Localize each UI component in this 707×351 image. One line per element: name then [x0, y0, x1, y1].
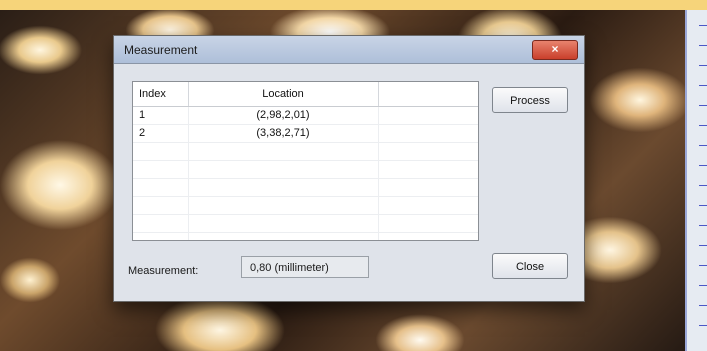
row-index: 2 — [139, 127, 146, 139]
table-row-empty — [133, 197, 478, 215]
table-row[interactable]: 1 (2,98,2,01) — [133, 107, 478, 125]
dialog-title: Measurement — [124, 43, 198, 57]
ruler-tick — [699, 325, 707, 326]
top-strip — [0, 0, 707, 10]
ruler-tick — [699, 205, 707, 206]
ruler-tick — [699, 225, 707, 226]
row-location: (3,38,2,71) — [256, 127, 310, 139]
ruler-tick — [699, 285, 707, 286]
ruler-tick — [699, 25, 707, 26]
row-index: 1 — [139, 109, 146, 121]
table-row-empty — [133, 179, 478, 197]
close-icon: × — [551, 42, 559, 56]
table-row-empty — [133, 161, 478, 179]
row-location: (2,98,2,01) — [256, 109, 310, 121]
table-row[interactable]: 2 (3,38,2,71) — [133, 125, 478, 143]
measurement-label: Measurement: — [128, 265, 199, 277]
measurement-value-field: 0,80 (millimeter) — [241, 256, 369, 278]
process-button[interactable]: Process — [492, 87, 568, 113]
ruler-tick — [699, 125, 707, 126]
column-header-empty — [378, 82, 478, 106]
ruler-tick — [699, 145, 707, 146]
location-table[interactable]: Index Location 1 (2,98,2,01) 2 (3,38,2,7… — [132, 81, 479, 241]
ruler-tick — [699, 185, 707, 186]
ruler-tick — [699, 265, 707, 266]
ruler-tick — [699, 305, 707, 306]
column-header-location: Location — [262, 88, 304, 100]
scale-ruler — [685, 10, 707, 351]
ruler-tick — [699, 105, 707, 106]
column-separator — [188, 82, 189, 106]
dialog-titlebar[interactable]: Measurement × — [114, 36, 584, 64]
measurement-dialog: Measurement × Index Location 1 (2,98,2,0… — [113, 35, 585, 302]
table-row-empty — [133, 143, 478, 161]
column-separator — [378, 82, 379, 106]
ruler-tick — [699, 45, 707, 46]
ruler-tick — [699, 85, 707, 86]
column-header-index: Index — [139, 88, 166, 100]
ruler-tick — [699, 65, 707, 66]
close-button[interactable]: Close — [492, 253, 568, 279]
table-row-empty — [133, 215, 478, 233]
ruler-tick — [699, 165, 707, 166]
ruler-tick — [699, 245, 707, 246]
window-close-button[interactable]: × — [532, 40, 578, 60]
